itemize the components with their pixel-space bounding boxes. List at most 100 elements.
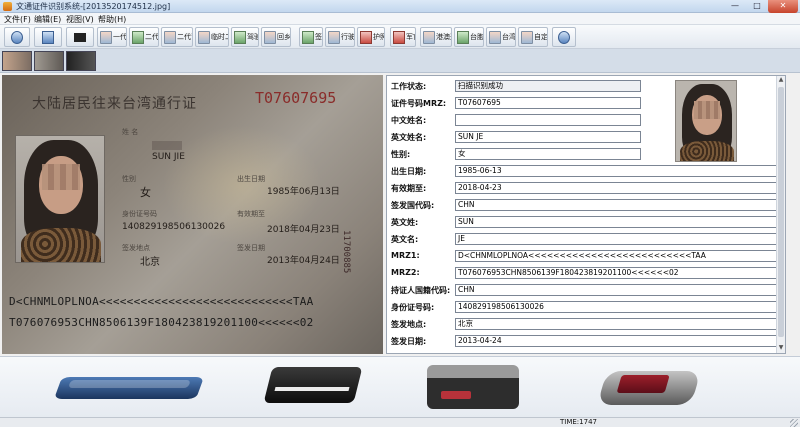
thumbnail-2[interactable] <box>34 51 64 71</box>
birth-date-field[interactable]: 1985-06-13 <box>455 165 781 177</box>
window-controls: — □ ✕ <box>724 0 798 13</box>
id-card-icon <box>328 30 340 44</box>
status-time: TIME:1747 <box>560 418 597 426</box>
field-label: 有效期至: <box>391 184 427 193</box>
close-button[interactable]: ✕ <box>768 0 798 13</box>
menu-file[interactable]: 文件(F) <box>4 14 31 25</box>
mrz1-field[interactable]: D<CHNMLOPLNOA<<<<<<<<<<<<<<<<<<<<<<<<<<T… <box>455 250 781 262</box>
surname-field[interactable]: SUN <box>455 216 781 228</box>
tool-label: 临时二代 <box>211 33 228 41</box>
id-card-icon <box>423 30 435 44</box>
app-icon <box>3 2 12 11</box>
scroll-up-icon[interactable]: ▲ <box>777 76 785 85</box>
thumbnail-strip <box>0 49 800 73</box>
card-number: T07607695 <box>255 89 337 107</box>
settings-button[interactable] <box>4 27 30 47</box>
camera-button[interactable] <box>34 27 62 47</box>
menu-help[interactable]: 帮助(H) <box>98 14 126 25</box>
name-cn-mosaic <box>152 141 182 150</box>
menu-view[interactable]: 视图(V) <box>66 14 94 25</box>
passport-reader-icon[interactable] <box>597 371 701 405</box>
nationality-field[interactable]: CHN <box>455 284 781 296</box>
card-label-id: 身份证号码 <box>122 210 157 218</box>
card-label-place: 签发地点 <box>122 244 150 252</box>
id-number-field[interactable]: 140829198506130026 <box>455 301 781 313</box>
given-name-field[interactable]: JE <box>455 233 781 245</box>
card-sex: 女 <box>140 186 151 199</box>
id-card-icon <box>100 30 112 44</box>
field-label: 英文名: <box>391 235 419 244</box>
scanner-icon <box>74 32 86 42</box>
name-en-field[interactable]: SUN JE <box>455 131 641 143</box>
tool-id2-back-button[interactable]: 二代背面 <box>161 27 193 47</box>
minimize-button[interactable]: — <box>724 0 746 13</box>
title-bar: 文通证件识别系统-[2013520174512.jpg] — □ ✕ <box>0 0 800 13</box>
id-card-icon <box>302 30 314 44</box>
tool-label: 台胞证 <box>470 33 484 41</box>
name-cn-field[interactable] <box>455 114 641 126</box>
scroll-down-icon[interactable]: ▼ <box>777 344 785 353</box>
id-card-icon <box>132 30 144 44</box>
tool-taiwan-pass-button[interactable]: 台湾通行证 <box>486 27 516 47</box>
portrait-mosaic <box>694 101 720 119</box>
tool-homecoming-button[interactable]: 回乡证 <box>261 27 291 47</box>
thumbnail-1[interactable] <box>2 51 32 71</box>
tool-label: 回乡证 <box>277 33 291 41</box>
tool-label: 驾驶证 <box>247 33 258 41</box>
tool-custom-button[interactable]: 自定义 <box>518 27 548 47</box>
tool-driver-license-button[interactable]: 驾驶证 <box>231 27 259 47</box>
tool-vehicle-license-button[interactable]: 行驶证 <box>325 27 355 47</box>
field-label: 性别: <box>391 150 411 159</box>
thumbnail-3[interactable] <box>66 51 96 71</box>
help-button[interactable] <box>552 27 576 47</box>
card-issue-date: 2013年04月24日 <box>267 256 340 266</box>
id-card-icon <box>164 30 176 44</box>
tool-hk-macau-button[interactable]: 港澳通行证 <box>420 27 452 47</box>
tool-id1-button[interactable]: 一代证 <box>97 27 127 47</box>
scanner-button[interactable] <box>66 27 94 47</box>
card-scanner-black-icon[interactable] <box>263 367 363 403</box>
device-strip <box>0 356 800 417</box>
field-label: 出生日期: <box>391 167 427 176</box>
help-icon <box>558 30 570 44</box>
tool-taiwan-compatriot-button[interactable]: 台胞证 <box>454 27 484 47</box>
field-label: 证件号码MRZ: <box>391 99 447 108</box>
issue-place-field[interactable]: 北京 <box>455 318 781 330</box>
portrait-clothing <box>680 141 734 161</box>
passport-icon <box>360 30 372 44</box>
expiry-date-field[interactable]: 2018-04-23 <box>455 182 781 194</box>
card-reader-flat-icon[interactable] <box>53 377 205 399</box>
sex-field[interactable]: 女 <box>455 148 641 160</box>
tool-label: 二代背面 <box>177 33 192 41</box>
tool-label: 台湾通行证 <box>502 33 516 41</box>
form-scrollbar[interactable]: ▲ ▼ <box>776 76 785 353</box>
document-reader-icon[interactable] <box>427 365 519 409</box>
country-code-field[interactable]: CHN <box>455 199 781 211</box>
id-card-icon <box>457 30 469 44</box>
card-id-number: 140829198506130026 <box>122 222 226 232</box>
mrz-number-field[interactable]: T07607695 <box>455 97 641 109</box>
id-card-icon <box>264 30 276 44</box>
scroll-thumb[interactable] <box>778 87 784 337</box>
tool-passport-button[interactable]: 护照 <box>357 27 385 47</box>
card-name-en: SUN JIE <box>152 152 185 162</box>
tool-temp-id-button[interactable]: 临时二代 <box>195 27 229 47</box>
card-mrz-line-1: D<CHNMLOPLNOA<<<<<<<<<<<<<<<<<<<<<<<<<<<… <box>9 295 314 308</box>
mrz2-field[interactable]: T076076953CHN8506139F180423819201100<<<<… <box>455 267 781 279</box>
maximize-button[interactable]: □ <box>746 0 768 13</box>
tool-visa-button[interactable]: 签证 <box>299 27 323 47</box>
tool-label: 自定义 <box>534 33 548 41</box>
scanned-card-image: 大陆居民往来台湾通行证 T07607695 姓 名 SUN JIE 性别 女 出… <box>2 75 383 354</box>
tool-label: 港澳通行证 <box>436 33 451 41</box>
issue-date-field[interactable]: 2013-04-24 <box>455 335 781 347</box>
menu-edit[interactable]: 编辑(E) <box>34 14 61 25</box>
field-label: 英文姓名: <box>391 133 427 142</box>
card-label-birth: 出生日期 <box>237 175 265 183</box>
extracted-portrait <box>675 80 737 162</box>
resize-grip-icon[interactable] <box>790 419 798 427</box>
status-field[interactable]: 扫描识别成功 <box>455 80 641 92</box>
tool-label: 行驶证 <box>341 33 355 41</box>
tool-officer-id-button[interactable]: 军官证 <box>390 27 416 47</box>
field-label: 签发日期: <box>391 337 427 346</box>
tool-id2-button[interactable]: 二代证 <box>129 27 159 47</box>
